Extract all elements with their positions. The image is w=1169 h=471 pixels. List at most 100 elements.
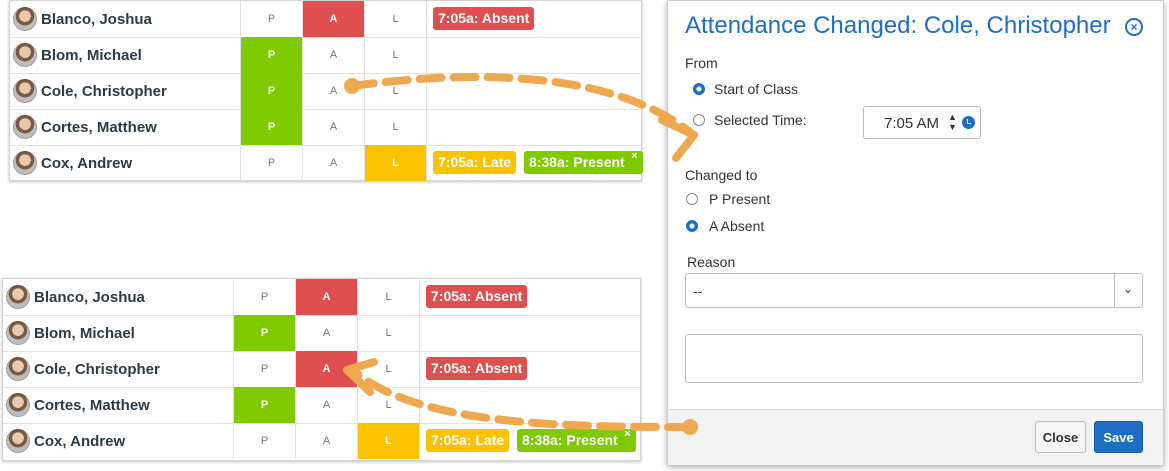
- status-present-button[interactable]: P: [241, 145, 303, 181]
- status-present-button[interactable]: P: [241, 109, 303, 145]
- status-absent-button[interactable]: A: [296, 315, 358, 351]
- status-late-button[interactable]: L: [365, 145, 427, 181]
- attendance-changed-dialog: Attendance Changed: Cole, Christopher × …: [667, 0, 1164, 465]
- avatar: [6, 429, 30, 453]
- student-cell: Blom, Michael: [10, 37, 241, 73]
- status-present-button[interactable]: P: [234, 315, 296, 351]
- radio-present-label: P Present: [709, 191, 771, 207]
- avatar: [13, 43, 37, 67]
- status-late-button[interactable]: L: [365, 109, 427, 145]
- attendance-event-tag: 7:05a: Absent: [426, 285, 528, 308]
- student-cell: Blanco, Joshua: [3, 279, 234, 315]
- radio-start-of-class-label: Start of Class: [714, 81, 799, 97]
- table-row: Blom, Michael P A L: [3, 315, 640, 352]
- avatar: [13, 7, 37, 31]
- student-cell: Cole, Christopher: [3, 351, 234, 387]
- table-row: Cortes, Matthew P A L: [3, 387, 640, 424]
- status-late-button[interactable]: L: [358, 423, 420, 459]
- table-row: Cole, Christopher P A L: [10, 73, 641, 110]
- close-icon[interactable]: ×: [1125, 18, 1143, 36]
- avatar: [6, 393, 30, 417]
- attendance-event-tag: 8:38a: Present ×: [517, 428, 636, 452]
- student-cell: Cox, Andrew: [10, 145, 241, 181]
- status-late-button[interactable]: L: [358, 387, 420, 423]
- status-late-button[interactable]: L: [358, 351, 420, 387]
- status-absent-button[interactable]: A: [303, 37, 365, 73]
- student-name: Cole, Christopher: [41, 82, 167, 100]
- status-late-button[interactable]: L: [365, 73, 427, 109]
- radio-present[interactable]: [686, 193, 698, 205]
- clock-icon[interactable]: [962, 116, 975, 129]
- changed-to-label: Changed to: [685, 167, 758, 183]
- avatar: [6, 357, 30, 381]
- radio-start-of-class[interactable]: [693, 83, 705, 95]
- status-absent-button[interactable]: A: [296, 279, 358, 315]
- status-absent-button[interactable]: A: [303, 145, 365, 181]
- save-button[interactable]: Save: [1094, 421, 1143, 453]
- close-button[interactable]: Close: [1035, 421, 1086, 453]
- student-cell: Cole, Christopher: [10, 73, 241, 109]
- reason-select[interactable]: -- ⌄: [685, 273, 1143, 308]
- attendance-event-text: 7:05a: Late: [431, 432, 505, 448]
- remove-tag-icon[interactable]: ×: [624, 423, 630, 446]
- status-late-button[interactable]: L: [365, 1, 427, 37]
- student-cell: Blanco, Joshua: [10, 1, 241, 37]
- table-row: Blanco, Joshua P A L 7:05a: Absent: [10, 1, 641, 38]
- attendance-event-text: 8:38a: Present: [529, 154, 625, 170]
- reason-value: --: [693, 283, 703, 299]
- status-present-button[interactable]: P: [234, 423, 296, 459]
- status-late-button[interactable]: L: [365, 37, 427, 73]
- student-name: Cox, Andrew: [34, 432, 126, 450]
- table-row: Cortes, Matthew P A L: [10, 109, 641, 146]
- time-value: 7:05 AM: [884, 115, 940, 132]
- student-cell: Cortes, Matthew: [10, 109, 241, 145]
- status-absent-button[interactable]: A: [296, 387, 358, 423]
- status-absent-button[interactable]: A: [303, 73, 365, 109]
- status-absent-button[interactable]: A: [296, 423, 358, 459]
- comment-textarea[interactable]: [685, 334, 1143, 383]
- student-cell: Cortes, Matthew: [3, 387, 234, 423]
- roster-before: Blanco, Joshua P A L 7:05a: Absent Blom, Mich…: [9, 0, 643, 181]
- status-absent-button[interactable]: A: [296, 351, 358, 387]
- avatar: [13, 115, 37, 139]
- dialog-footer: Close Save: [668, 409, 1163, 465]
- reason-dropdown-toggle[interactable]: ⌄: [1114, 274, 1142, 307]
- radio-selected-time[interactable]: [693, 114, 705, 126]
- radio-absent[interactable]: [686, 220, 698, 232]
- status-present-button[interactable]: P: [241, 1, 303, 37]
- table-row: Blom, Michael P A L: [10, 37, 641, 74]
- attendance-event-tag: 7:05a: Late: [433, 151, 517, 174]
- student-name: Blanco, Joshua: [34, 288, 145, 306]
- table-row: Blanco, Joshua P A L 7:05a: Absent: [3, 279, 640, 316]
- dialog-title: Attendance Changed: Cole, Christopher: [685, 12, 1111, 39]
- time-spinner-icon[interactable]: ▲ ▼: [948, 112, 957, 132]
- status-present-button[interactable]: P: [241, 73, 303, 109]
- attendance-event-tag: 7:05a: Late: [426, 429, 510, 452]
- attendance-event-text: 7:05a: Late: [438, 154, 512, 170]
- status-present-button[interactable]: P: [234, 279, 296, 315]
- time-input[interactable]: 7:05 AM ▲ ▼: [863, 106, 981, 139]
- table-row: Cole, Christopher P A L 7:05a: Absent: [3, 351, 640, 388]
- student-name: Cox, Andrew: [41, 154, 133, 172]
- status-late-button[interactable]: L: [358, 279, 420, 315]
- remove-tag-icon[interactable]: ×: [631, 145, 637, 168]
- table-row: Cox, Andrew P A L 7:05a: Late 8:38a: Present ×: [10, 145, 643, 181]
- student-cell: Blom, Michael: [3, 315, 234, 351]
- student-name: Blom, Michael: [41, 46, 142, 64]
- status-absent-button[interactable]: A: [303, 1, 365, 37]
- radio-absent-label: A Absent: [709, 218, 765, 234]
- student-name: Cole, Christopher: [34, 360, 160, 378]
- attendance-event-tag: 7:05a: Absent: [433, 7, 535, 30]
- status-late-button[interactable]: L: [358, 315, 420, 351]
- avatar: [13, 151, 37, 175]
- from-label: From: [685, 55, 718, 71]
- status-present-button[interactable]: P: [241, 37, 303, 73]
- avatar: [6, 285, 30, 309]
- attendance-event-text: 7:05a: Absent: [431, 360, 523, 376]
- status-present-button[interactable]: P: [234, 351, 296, 387]
- status-absent-button[interactable]: A: [303, 109, 365, 145]
- status-present-button[interactable]: P: [234, 387, 296, 423]
- reason-label: Reason: [687, 254, 736, 270]
- roster-after: Blanco, Joshua P A L 7:05a: Absent Blom, Mich…: [2, 278, 641, 461]
- avatar: [6, 321, 30, 345]
